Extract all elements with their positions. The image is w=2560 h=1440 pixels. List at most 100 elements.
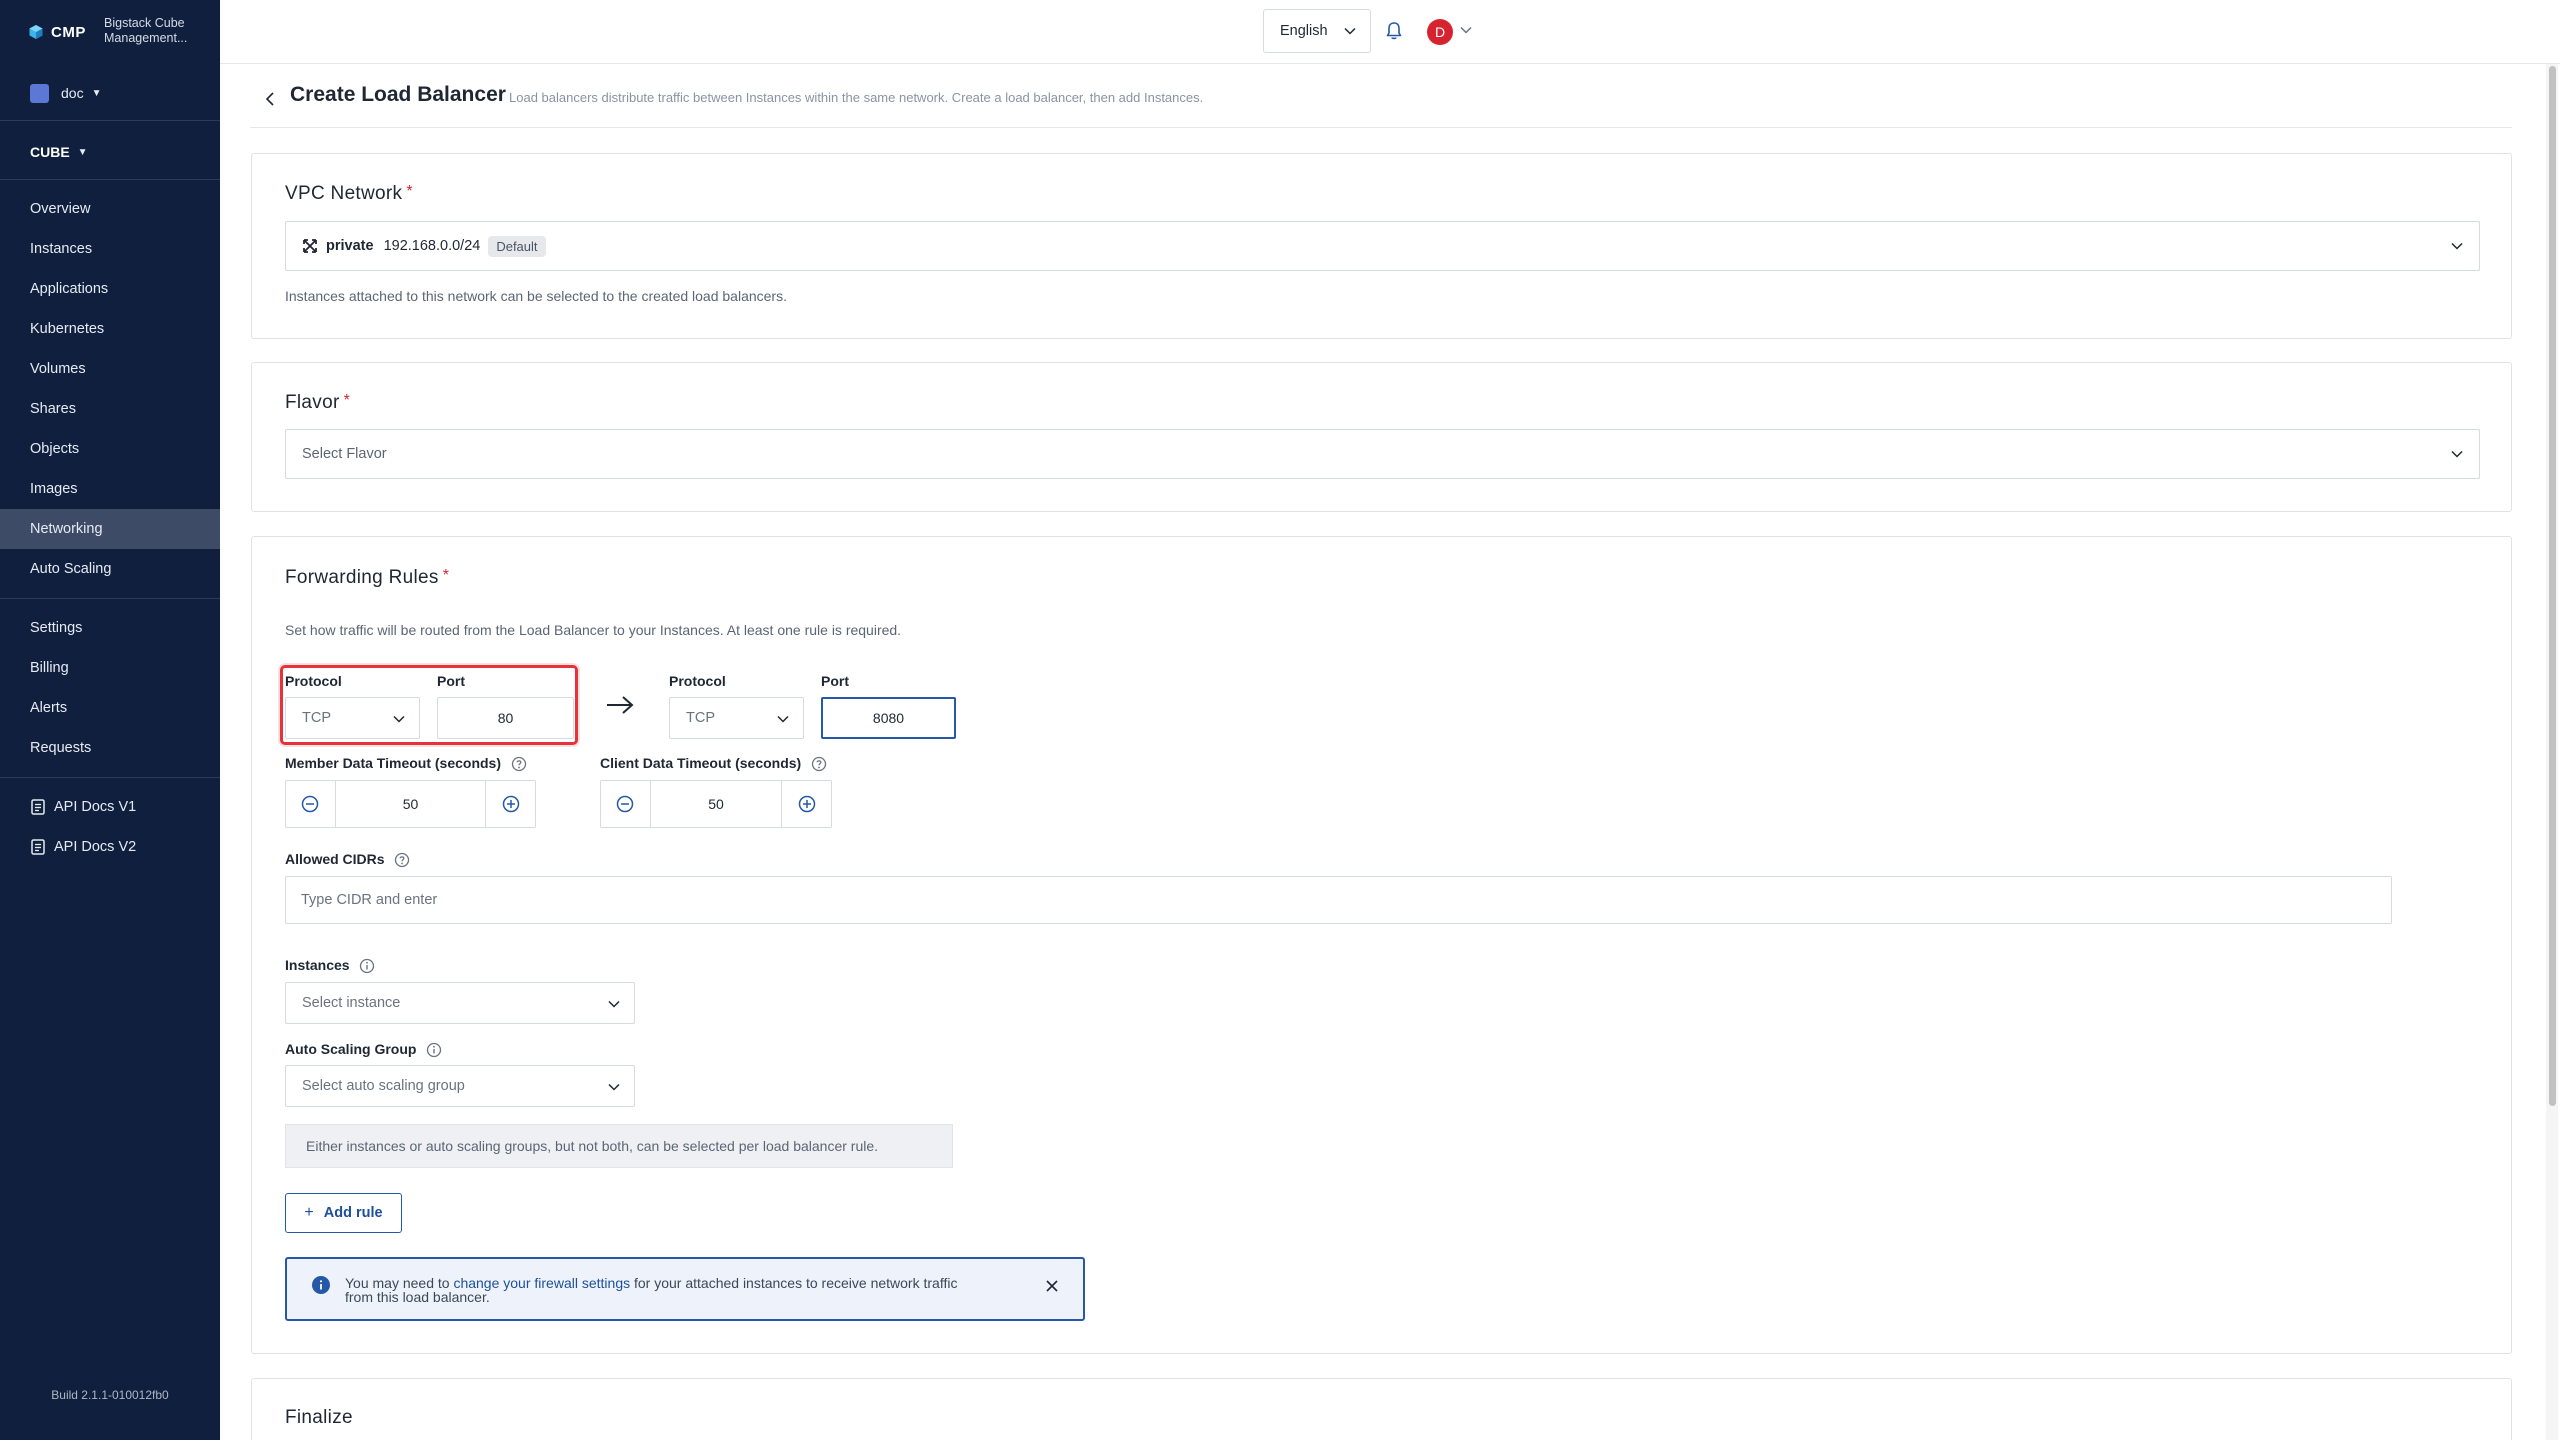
allowed-cidrs-placeholder: Type CIDR and enter [301,892,438,908]
nav-api-docs-v2[interactable]: API Docs V2 [0,827,220,867]
finalize-title: Finalize [285,1407,353,1428]
vpc-network-select[interactable]: private 192.168.0.0/24 Default [285,221,2480,271]
increment-button[interactable] [782,781,831,827]
chevron-down-icon[interactable] [1460,26,1472,34]
nav-kubernetes[interactable]: Kubernetes [0,309,220,349]
asg-label-text: Auto Scaling Group [285,1041,417,1057]
cube-logo-icon [29,25,43,39]
asg-label: Auto Scaling Group [285,1041,442,1058]
member-timeout-value[interactable]: 50 [334,781,487,827]
question-icon[interactable] [511,756,527,772]
chevron-down-icon [2451,450,2463,458]
chevron-down-icon [1344,27,1356,35]
close-icon[interactable] [1045,1279,1059,1293]
instance-placeholder: Select instance [302,995,401,1011]
increment-button[interactable] [486,781,535,827]
nav-billing[interactable]: Billing [0,648,220,688]
project-switcher[interactable]: CUBE ▼ [30,140,88,164]
client-timeout-value[interactable]: 50 [649,781,783,827]
chevron-down-icon [777,715,789,723]
member-timeout-stepper: 50 [285,780,536,828]
highlight-box [280,665,578,745]
plus-icon: + [304,1204,314,1221]
top-bar: English D [220,0,2560,64]
forwarding-rules-title: Forwarding Rules * [285,567,449,589]
nav-settings[interactable]: Settings [0,608,220,648]
target-port-value: 8080 [872,710,905,726]
sidebar-divider [0,179,220,180]
org-name: doc [61,85,84,101]
flavor-card: Flavor * Select Flavor [251,362,2512,512]
minus-circle-icon [302,795,319,813]
brand-name: Bigstack Cube Management... [104,16,188,45]
page-subtitle: Load balancers distribute traffic betwee… [509,90,1204,105]
sidebar-divider [0,598,220,599]
nav-alerts[interactable]: Alerts [0,688,220,728]
network-cidr: 192.168.0.0/24 [383,238,481,254]
info-icon[interactable] [359,958,375,974]
user-avatar[interactable]: D [1427,19,1453,45]
page-header: Create Load Balancer Load balancers dist… [250,78,2512,128]
nav-images[interactable]: Images [0,469,220,509]
bell-icon[interactable] [1383,20,1405,42]
scrollbar-thumb[interactable] [2549,66,2556,1106]
back-arrow-icon[interactable] [260,88,282,110]
asg-select[interactable]: Select auto scaling group [285,1065,635,1107]
nav-overview[interactable]: Overview [0,189,220,229]
nav-volumes[interactable]: Volumes [0,349,220,389]
required-mark: * [442,567,450,584]
chevron-down-icon [608,1083,620,1091]
language-select[interactable]: English [1263,9,1371,53]
flavor-title: Flavor * [285,392,350,414]
plus-circle-icon [798,795,815,813]
nav-applications[interactable]: Applications [0,269,220,309]
target-protocol-label: Protocol [669,673,726,689]
page-title: Create Load Balancer [290,83,506,106]
firewall-info-text: You may need to change your firewall set… [345,1276,985,1304]
section-title-text: VPC Network [285,183,403,204]
nav-shares[interactable]: Shares [0,389,220,429]
info-icon[interactable] [426,1042,442,1058]
decrement-button[interactable] [286,781,335,827]
section-title-text: Flavor [285,392,340,413]
vpc-network-title: VPC Network * [285,183,413,205]
question-icon[interactable] [811,756,827,772]
decrement-button[interactable] [601,781,650,827]
forwarding-help-text: Set how traffic will be routed from the … [285,622,902,638]
language-value: English [1280,23,1328,39]
allowed-cidrs-label-text: Allowed CIDRs [285,851,385,867]
add-rule-button[interactable]: + Add rule [285,1193,402,1233]
org-switcher[interactable]: doc ▼ [30,80,101,106]
nav-requests[interactable]: Requests [0,728,220,768]
client-timeout-label-text: Client Data Timeout (seconds) [600,755,802,771]
info-icon [312,1276,330,1294]
build-version: Build 2.1.1-010012fb0 [51,1388,169,1402]
plus-circle-icon [502,795,519,813]
target-protocol-select[interactable]: TCP [669,697,804,739]
nav-instances[interactable]: Instances [0,229,220,269]
nav-objects[interactable]: Objects [0,429,220,469]
target-port-input[interactable]: 8080 [821,697,956,739]
caret-down-icon: ▼ [77,146,88,158]
arrow-right-icon [607,696,634,714]
question-icon[interactable] [394,852,410,868]
nav-networking[interactable]: Networking [0,509,220,549]
nav-api-docs-v1[interactable]: API Docs V1 [0,787,220,827]
flavor-select[interactable]: Select Flavor [285,429,2480,479]
allowed-cidrs-input[interactable]: Type CIDR and enter [285,876,2392,924]
allowed-cidrs-label: Allowed CIDRs [285,851,410,868]
required-mark: * [406,183,413,200]
nav-label: API Docs V2 [54,839,137,855]
network-icon [303,239,317,253]
required-mark: * [343,392,351,409]
firewall-info-alert: You may need to change your firewall set… [285,1257,1085,1321]
instance-select[interactable]: Select instance [285,982,635,1024]
default-badge: Default [488,235,546,257]
target-port-label: Port [821,673,849,689]
nav-auto-scaling[interactable]: Auto Scaling [0,549,220,589]
brand[interactable]: CMP [28,14,86,50]
brand-logo-text: CMP [51,23,86,41]
member-timeout-label-text: Member Data Timeout (seconds) [285,755,502,771]
section-title-text: Forwarding Rules [285,567,439,588]
vpc-network-card: VPC Network * private 192.168.0.0/24 Defa… [251,153,2512,339]
